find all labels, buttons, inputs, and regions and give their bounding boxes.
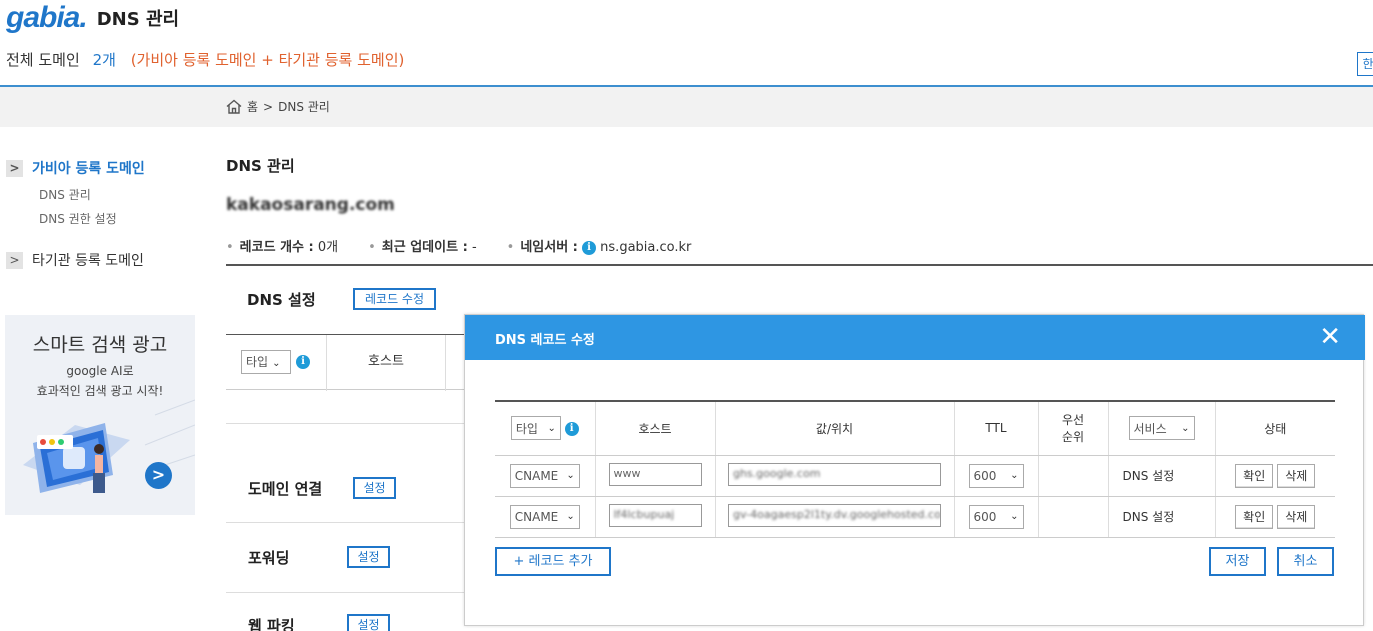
ttl-select[interactable]: 600 ⌄ — [968, 504, 1024, 529]
summary-count: 2개 — [92, 51, 116, 69]
value-input[interactable]: ghs.google.com — [728, 462, 941, 486]
summary-hint: (가비아 등록 도메인 + 타기관 등록 도메인) — [130, 51, 405, 69]
priority-column-header: 우선 순위 — [1037, 400, 1108, 456]
record-count: • 레코드 개수 : 0개 — [226, 240, 339, 255]
info-icon[interactable]: i — [582, 240, 597, 255]
breadcrumb-home[interactable]: 홈 — [247, 98, 258, 115]
table-row: CNAME ⌄ lf4lcbupuaj gv-4oagaesp2l1ty.dv.g… — [495, 496, 1335, 538]
domain-meta: • 레코드 개수 : 0개 • 최근 업데이트 : - • 네임서버 : i ns.g… — [226, 236, 691, 255]
info-icon[interactable]: i — [296, 355, 310, 369]
table-header-row: 타입 ⌄ i 호스트 값/위치 TTL 우선 순위 서비스 ⌄ 상태 — [495, 400, 1335, 456]
row-divider — [226, 592, 466, 593]
host-column-header: 호스트 — [594, 400, 715, 456]
type-filter-select[interactable]: 타입 ⌄ — [510, 416, 561, 441]
cancel-button[interactable]: 취소 — [1277, 547, 1334, 576]
value-column-header: 값/위치 — [714, 400, 954, 456]
confirm-button[interactable]: 확인 — [1235, 463, 1274, 488]
summary-label: 전체 도메인 — [6, 51, 80, 69]
sidebar-subitem-dns-permission[interactable]: DNS 권한 설정 — [39, 210, 117, 227]
host-column-header: 호스트 — [326, 335, 446, 391]
priority-cell — [1037, 496, 1108, 538]
domain-connect-setting-button[interactable]: 설정 — [353, 477, 396, 499]
breadcrumb-bar: 홈 > DNS 관리 — [0, 87, 1373, 127]
breadcrumb-current: DNS 관리 — [278, 100, 330, 114]
save-button[interactable]: 저장 — [1209, 547, 1266, 576]
delete-button[interactable]: 삭제 — [1277, 504, 1316, 529]
chevron-right-icon: > — [6, 251, 23, 269]
app-title: DNS 관리 — [96, 9, 180, 30]
dns-settings-label: DNS 설정 — [247, 291, 316, 309]
header: gabia. DNS 관리 — [6, 0, 179, 36]
sidebar-subitem-dns-manage[interactable]: DNS 관리 — [39, 186, 91, 203]
last-update: • 최근 업데이트 : - — [368, 240, 477, 255]
home-icon[interactable] — [226, 99, 242, 114]
ttl-select[interactable]: 600 ⌄ — [968, 463, 1024, 488]
info-icon[interactable]: i — [564, 422, 579, 437]
chevron-right-icon: > — [6, 159, 23, 177]
forwarding-label: 포워딩 — [248, 549, 290, 567]
breadcrumb: 홈 > DNS 관리 — [226, 98, 330, 115]
forwarding-setting-button[interactable]: 설정 — [347, 546, 390, 568]
domain-connect-label: 도메인 연결 — [248, 480, 323, 498]
page-title: DNS 관리 — [226, 157, 295, 175]
language-button[interactable]: 한 — [1357, 52, 1373, 76]
main-divider — [226, 264, 1373, 266]
service-cell: DNS 설정 — [1107, 496, 1215, 538]
close-icon[interactable]: ✕ — [1319, 324, 1341, 350]
web-parking-setting-button[interactable]: 설정 — [347, 614, 390, 631]
value-input[interactable]: gv-4oagaesp2l1ty.dv.googlehosted.co — [728, 503, 941, 527]
service-filter-select[interactable]: 서비스 ⌄ — [1128, 416, 1195, 441]
service-column-header: 서비스 ⌄ — [1107, 400, 1215, 456]
modal-header: DNS 레코드 수정 ✕ — [465, 315, 1365, 360]
ad-next-button[interactable]: > — [145, 462, 172, 489]
background-table-header: 타입 ⌄ i 호스트 — [226, 334, 466, 391]
confirm-button[interactable]: 확인 — [1235, 504, 1274, 529]
priority-cell — [1037, 455, 1108, 497]
domain-summary: 전체 도메인 2개 (가비아 등록 도메인 + 타기관 등록 도메인) — [6, 49, 404, 70]
status-column-header: 상태 — [1214, 400, 1335, 456]
modal-title: DNS 레코드 수정 — [495, 333, 595, 348]
nameserver: • 네임서버 : i ns.gabia.co.kr — [506, 240, 692, 255]
service-cell: DNS 설정 — [1107, 455, 1215, 497]
sidebar-item-label: 가비아 등록 도메인 — [32, 161, 145, 177]
host-input[interactable]: lf4lcbupuaj — [608, 503, 702, 527]
delete-button[interactable]: 삭제 — [1277, 463, 1316, 488]
record-type-select[interactable]: CNAME ⌄ — [509, 504, 580, 529]
web-parking-label: 웹 파킹 — [248, 617, 295, 631]
sidebar-item-label: 타기관 등록 도메인 — [32, 253, 144, 269]
breadcrumb-separator: > — [263, 99, 274, 114]
type-column-header: 타입 ⌄ i — [495, 400, 595, 456]
ttl-column-header: TTL — [953, 400, 1038, 456]
add-record-button[interactable]: + 레코드 추가 — [495, 547, 611, 576]
record-edit-button[interactable]: 레코드 수정 — [353, 288, 436, 310]
ad-banner[interactable]: 스마트 검색 광고 google AI로 효과적인 검색 광고 시작! > — [5, 315, 195, 515]
gabia-logo[interactable]: gabia. — [6, 3, 88, 33]
sidebar-item-other-domains[interactable]: > 타기관 등록 도메인 — [6, 250, 144, 270]
type-select[interactable]: 타입 ⌄ — [241, 350, 291, 374]
record-type-select[interactable]: CNAME ⌄ — [509, 463, 580, 488]
row-divider — [226, 423, 466, 424]
host-input[interactable]: www — [608, 462, 702, 486]
dns-record-edit-modal: DNS 레코드 수정 ✕ 타입 ⌄ i 호스트 값/위치 TTL 우선 순위 서비스… — [464, 314, 1365, 626]
record-table: 타입 ⌄ i 호스트 값/위치 TTL 우선 순위 서비스 ⌄ 상태 CNAME ⌄ w… — [495, 400, 1335, 538]
domain-name: kakaosarang.com — [226, 195, 395, 215]
row-divider — [226, 522, 466, 523]
table-row: CNAME ⌄ www ghs.google.com 600 ⌄ DNS 설정 확인… — [495, 455, 1335, 497]
sidebar-item-gabia-domains[interactable]: > 가비아 등록 도메인 — [6, 158, 145, 178]
